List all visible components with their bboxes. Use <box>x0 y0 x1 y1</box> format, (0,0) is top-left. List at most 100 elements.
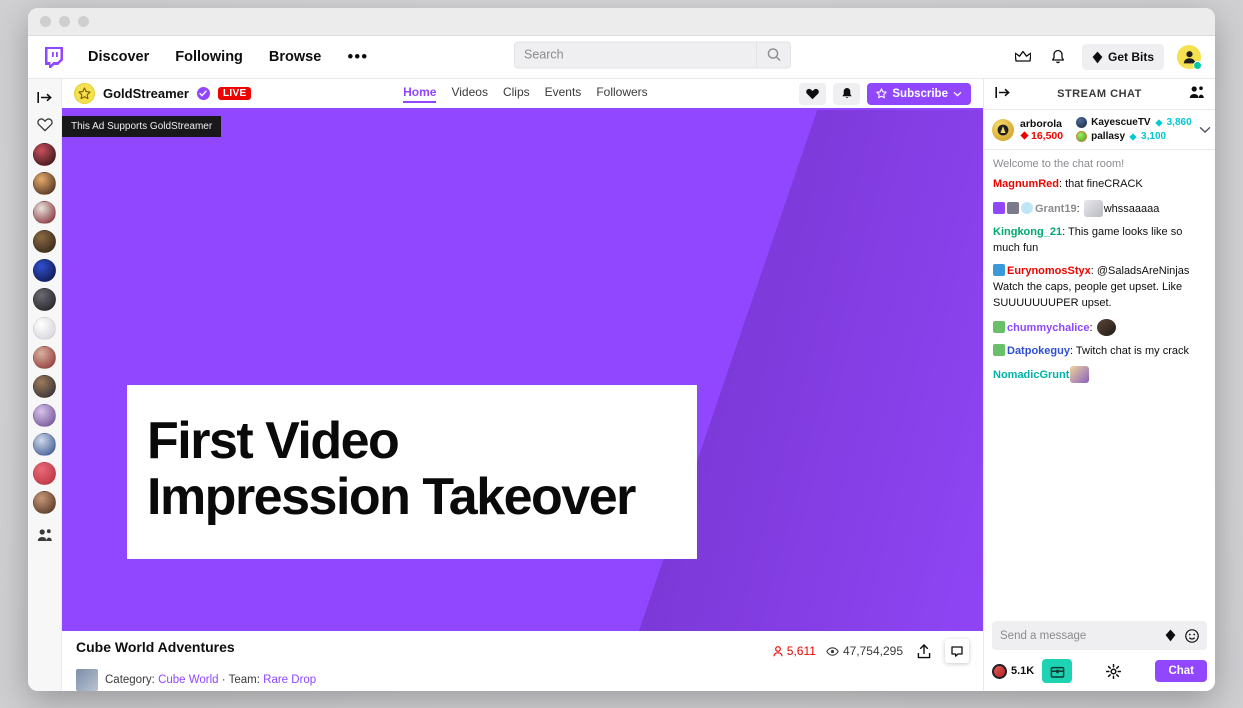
live-badge: LIVE <box>217 87 252 100</box>
gear-icon[interactable] <box>1103 660 1125 682</box>
avatar[interactable] <box>1177 45 1202 70</box>
bell-icon[interactable] <box>1047 46 1069 68</box>
gem-red-icon <box>1020 131 1029 140</box>
chat-badge-icon <box>1021 201 1033 214</box>
get-bits-button[interactable]: Get Bits <box>1081 44 1164 70</box>
community-icon[interactable] <box>36 526 54 544</box>
game-box-art[interactable] <box>76 669 98 691</box>
leaderboard-score: 3,100 <box>1141 131 1167 142</box>
sidebar-channel-avatar[interactable] <box>33 433 56 456</box>
chat-username[interactable]: EurynomosStyx <box>1007 265 1091 277</box>
sidebar-channel-avatar[interactable] <box>33 462 56 485</box>
main-content: GoldStreamer LIVE Home Videos Clips Even… <box>62 79 983 691</box>
search-input[interactable]: Search <box>514 41 757 69</box>
sidebar-channel-avatar[interactable] <box>33 317 56 340</box>
chat-emote-icon <box>1070 366 1090 384</box>
bits-diamond-icon <box>1154 118 1163 127</box>
search-placeholder: Search <box>524 47 564 62</box>
send-chat-button[interactable]: Chat <box>1155 660 1207 682</box>
video-player[interactable]: This Ad Supports GoldStreamer First Vide… <box>62 110 983 631</box>
stream-info-top: Cube World Adventures 5,611 47,754,295 <box>76 639 969 663</box>
tab-clips[interactable]: Clips <box>503 85 530 103</box>
leaderboard-score: 3,860 <box>1166 117 1192 128</box>
sidebar-channel-avatar[interactable] <box>33 288 56 311</box>
chat-message: EurynomosStyx: @SaladsAreNinjas Watch th… <box>993 263 1190 309</box>
chat-messages[interactable]: Welcome to the chat room! MagnumRed: tha… <box>984 150 1215 613</box>
gold-star-avatar-icon[interactable] <box>74 83 95 104</box>
team-label: Team: <box>228 674 260 686</box>
left-sidebar <box>28 79 62 691</box>
subscribe-button[interactable]: Subscribe <box>867 82 971 105</box>
window-titlebar <box>28 8 1215 36</box>
chevron-down-icon[interactable] <box>1199 121 1211 139</box>
chat-username[interactable]: MagnumRed <box>993 178 1059 190</box>
stream-stats: 5,611 47,754,295 <box>773 639 969 663</box>
ad-headline-line2: Impression Takeover <box>147 468 636 527</box>
chat-leaderboard[interactable]: arborola 16,500 KayescueTV 3,860 pallasy… <box>984 110 1215 150</box>
follow-heart-button[interactable] <box>799 82 827 105</box>
tab-home[interactable]: Home <box>403 85 437 103</box>
app-body: GoldStreamer LIVE Home Videos Clips Even… <box>28 79 1215 691</box>
chest-icon[interactable] <box>1042 659 1073 683</box>
subscribe-label: Subscribe <box>892 87 948 100</box>
heart-icon[interactable] <box>36 116 54 134</box>
close-window-button[interactable] <box>40 16 51 27</box>
sidebar-channel-avatar[interactable] <box>33 491 56 514</box>
sidebar-channel-avatar[interactable] <box>33 230 56 253</box>
sidebar-channel-avatar[interactable] <box>33 201 56 224</box>
leaderboard-top-user[interactable]: arborola 16,500 <box>992 118 1063 142</box>
chat-input-placeholder: Send a message <box>1000 629 1087 642</box>
clip-icon[interactable] <box>945 639 969 663</box>
search-button[interactable] <box>757 41 791 69</box>
chat-action-row: 5.1K Chat <box>992 659 1207 683</box>
tab-followers[interactable]: Followers <box>596 85 647 103</box>
chat-username[interactable]: chummychalice <box>1007 322 1090 334</box>
chat-username[interactable]: Grant19 <box>1035 203 1077 215</box>
nav-link-browse[interactable]: Browse <box>269 49 321 65</box>
channel-name[interactable]: GoldStreamer <box>103 86 189 101</box>
chat-username[interactable]: NomadicGrunt <box>993 369 1069 381</box>
share-icon[interactable] <box>913 640 935 662</box>
nav-link-discover[interactable]: Discover <box>88 49 149 65</box>
sidebar-channel-avatar[interactable] <box>33 259 56 282</box>
maximize-window-button[interactable] <box>78 16 89 27</box>
stream-info-bar: Cube World Adventures 5,611 47,754,295 C… <box>62 631 983 691</box>
leaderboard-top-name: arborola <box>1020 117 1063 130</box>
sidebar-channel-avatar[interactable] <box>33 375 56 398</box>
ad-creative-card[interactable]: First Video Impression Takeover <box>127 385 697 560</box>
chat-emote-icon <box>1083 199 1103 217</box>
chat-badge-icon <box>993 201 1005 214</box>
chat-username[interactable]: Kingkong_21 <box>993 226 1062 238</box>
viewer-icon <box>773 645 783 656</box>
crown-icon[interactable] <box>1012 46 1034 68</box>
leaderboard-row[interactable]: pallasy 3,100 <box>1076 131 1192 142</box>
category-link[interactable]: Cube World <box>158 674 219 686</box>
sidebar-channel-avatar[interactable] <box>33 404 56 427</box>
nav-more-button[interactable]: ••• <box>347 48 368 65</box>
team-link[interactable]: Rare Drop <box>263 674 316 686</box>
leaderboard-row[interactable]: KayescueTV 3,860 <box>1076 117 1192 128</box>
tab-videos[interactable]: Videos <box>451 85 487 103</box>
tab-events[interactable]: Events <box>545 85 582 103</box>
stream-meta: Category: Cube World · Team: Rare Drop <box>105 674 316 686</box>
chat-message-input[interactable]: Send a message <box>992 621 1207 650</box>
collapse-chat-icon[interactable] <box>993 83 1011 101</box>
chat-system-message: Welcome to the chat room! <box>993 158 1125 170</box>
nav-link-following[interactable]: Following <box>175 49 243 65</box>
expand-sidebar-icon[interactable] <box>36 88 54 106</box>
community-icon[interactable] <box>1188 83 1206 101</box>
sidebar-channel-avatar[interactable] <box>33 143 56 166</box>
channel-header: GoldStreamer LIVE Home Videos Clips Even… <box>62 79 983 110</box>
nav-links: Discover Following Browse ••• <box>88 48 368 65</box>
twitch-logo-icon[interactable] <box>42 45 66 70</box>
sidebar-channel-avatar[interactable] <box>33 346 56 369</box>
eye-icon <box>826 646 839 656</box>
search-container: Search <box>514 41 791 69</box>
notify-bell-button[interactable] <box>833 82 861 105</box>
channel-points-button[interactable]: 5.1K <box>992 663 1034 679</box>
sidebar-channel-avatar[interactable] <box>33 172 56 195</box>
chat-badge-icon <box>1007 201 1019 214</box>
minimize-window-button[interactable] <box>59 16 70 27</box>
chat-username[interactable]: Datpokeguy <box>1007 345 1070 357</box>
ad-headline-line1: First Video <box>147 412 400 470</box>
